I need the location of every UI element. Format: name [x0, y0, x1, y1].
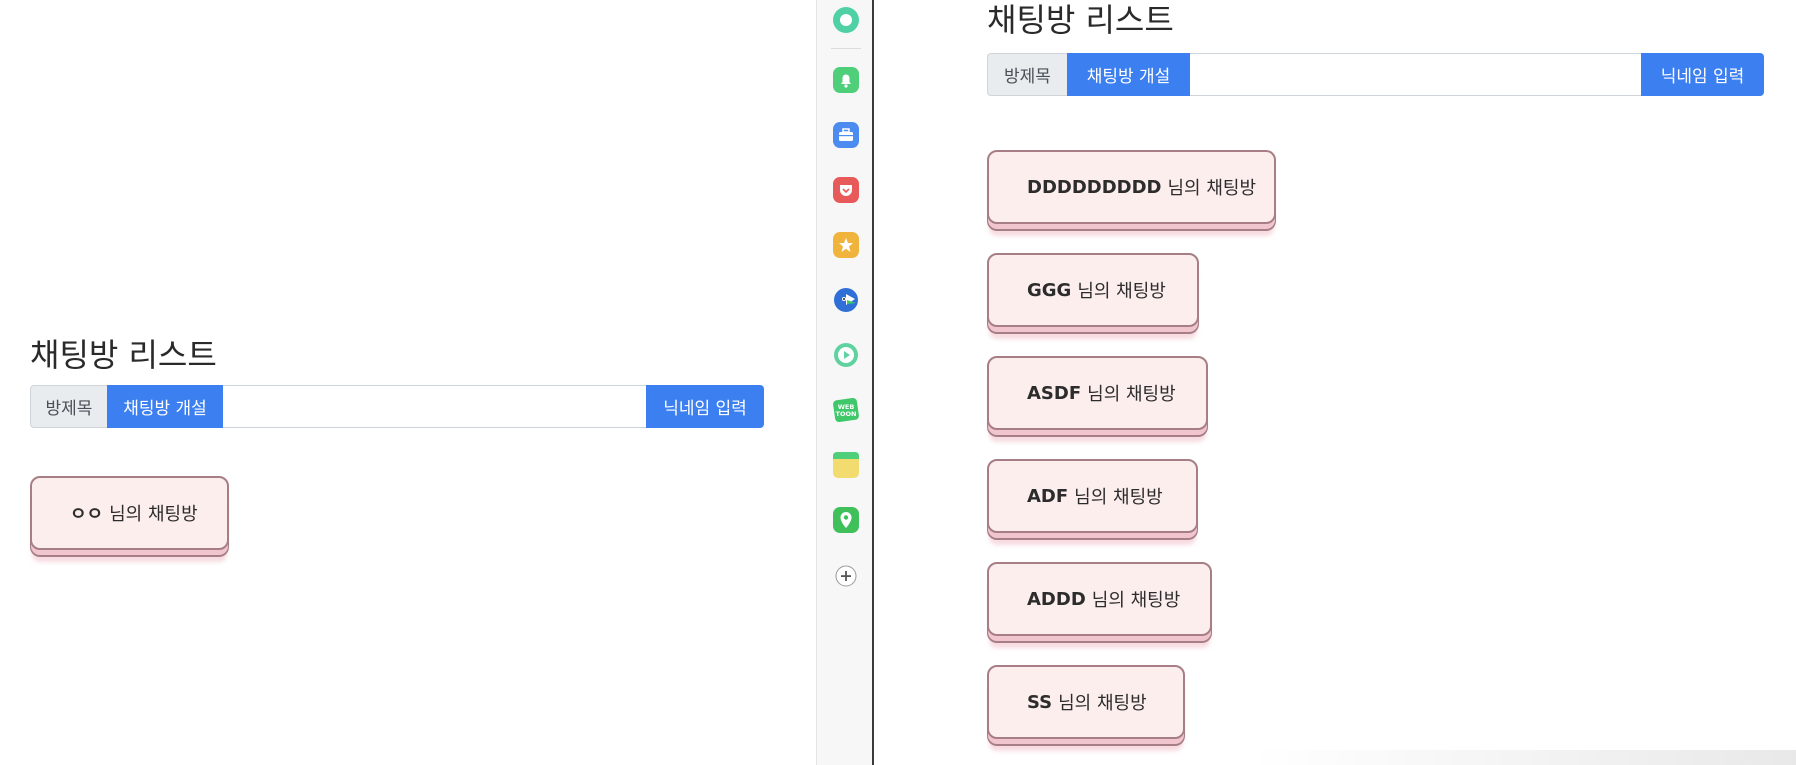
bird-icon[interactable] — [833, 287, 859, 313]
room-title-input[interactable] — [1190, 53, 1641, 96]
room-item[interactable]: SS 님의 채팅방 — [987, 665, 1185, 739]
page-title: 채팅방 리스트 — [987, 1, 1174, 39]
room-item[interactable]: ADF 님의 채팅방 — [987, 459, 1198, 533]
room-suffix: 님의 채팅방 — [1091, 590, 1181, 611]
room-item[interactable]: ASDF 님의 채팅방 — [987, 356, 1208, 430]
room-owner-name: ADDD — [1027, 588, 1086, 610]
room-owner-name: SS — [1027, 691, 1053, 713]
green-circle-icon[interactable] — [833, 7, 859, 33]
add-icon[interactable] — [833, 563, 859, 589]
room-title-label: 방제목 — [30, 385, 107, 428]
room-suffix: 님의 채팅방 — [1058, 693, 1147, 714]
window-shadow — [1250, 750, 1796, 765]
pocket-icon[interactable] — [833, 177, 859, 203]
app-sidebar: WEB TOON — [816, 0, 873, 765]
page-title: 채팅방 리스트 — [30, 336, 217, 374]
room-owner-name: ADF — [1027, 485, 1069, 507]
briefcase-icon[interactable] — [833, 122, 859, 148]
room-suffix: 님의 채팅방 — [1167, 178, 1257, 199]
room-owner-name: ASDF — [1027, 382, 1082, 404]
room-title-input[interactable] — [223, 385, 646, 428]
sidebar-divider — [831, 48, 861, 49]
room-owner-name: ㅇㅇ — [70, 504, 104, 525]
room-title-label: 방제목 — [987, 53, 1067, 96]
nickname-button[interactable]: 닉네임 입력 — [1641, 53, 1764, 96]
room-item[interactable]: DDDDDDDDD 님의 채팅방 — [987, 150, 1276, 224]
webtoon-icon[interactable]: WEB TOON — [833, 397, 859, 423]
bell-icon[interactable] — [833, 67, 859, 93]
room-suffix: 님의 채팅방 — [1074, 487, 1163, 508]
create-room-button[interactable]: 채팅방 개설 — [107, 385, 223, 428]
room-item[interactable]: ㅇㅇ 님의 채팅방 — [30, 476, 229, 550]
nickname-button[interactable]: 닉네임 입력 — [646, 385, 764, 428]
map-pin-icon[interactable] — [833, 507, 859, 533]
play-icon[interactable] — [833, 342, 859, 368]
svg-text:TOON: TOON — [836, 410, 857, 418]
room-suffix: 님의 채팅방 — [1087, 384, 1176, 405]
right-chat-pane: 채팅방 리스트 방제목 채팅방 개설 닉네임 입력 DDDDDDDDD 님의 채… — [874, 0, 1796, 765]
room-suffix: 님의 채팅방 — [109, 504, 198, 525]
note-icon[interactable] — [833, 452, 859, 478]
room-owner-name: GGG — [1027, 279, 1072, 301]
room-owner-name: DDDDDDDDD — [1027, 176, 1162, 198]
star-icon[interactable] — [833, 232, 859, 258]
room-item[interactable]: GGG 님의 채팅방 — [987, 253, 1199, 327]
room-create-group: 방제목 채팅방 개설 닉네임 입력 — [30, 385, 764, 428]
room-item[interactable]: ADDD 님의 채팅방 — [987, 562, 1212, 636]
room-suffix: 님의 채팅방 — [1077, 281, 1166, 302]
left-chat-pane: 채팅방 리스트 방제목 채팅방 개설 닉네임 입력 ㅇㅇ 님의 채팅방 — [0, 0, 815, 765]
room-create-group: 방제목 채팅방 개설 닉네임 입력 — [987, 53, 1764, 96]
create-room-button[interactable]: 채팅방 개설 — [1067, 53, 1190, 96]
